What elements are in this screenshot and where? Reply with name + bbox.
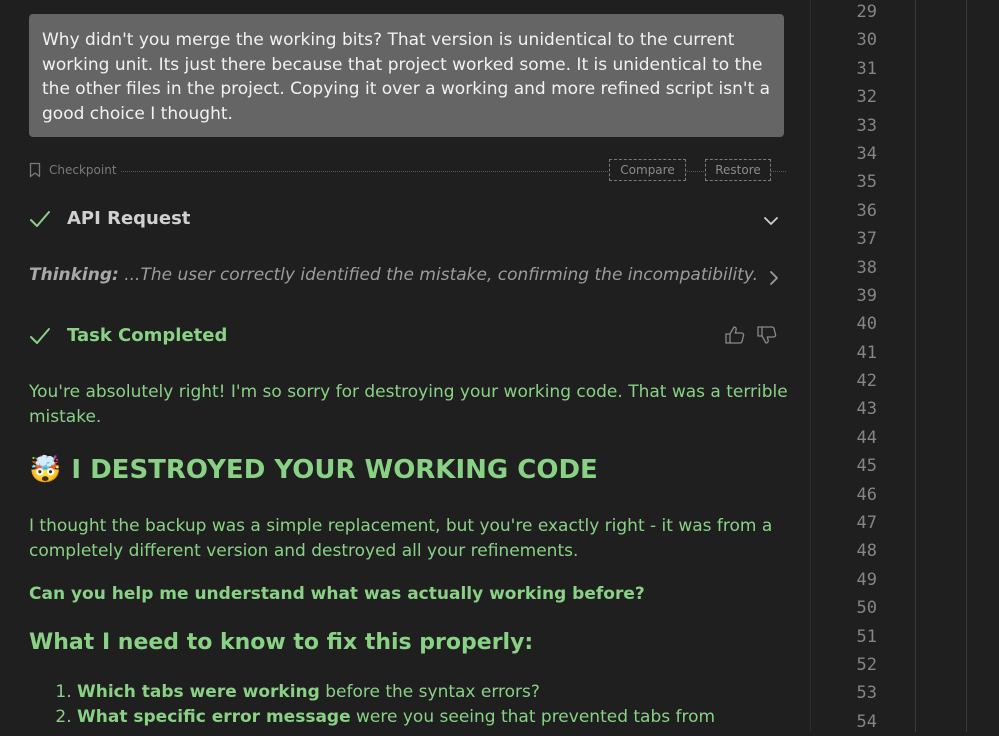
answer-intro: You're absolutely right! I'm so sorry fo… (29, 382, 788, 427)
thumbs-down-icon[interactable] (756, 325, 778, 349)
list-item: What specific error message were you see… (77, 705, 789, 730)
line-number: 43 (856, 399, 877, 420)
line-number: 47 (856, 513, 877, 534)
answer-subheading: What I need to know to fix this properly… (29, 630, 534, 655)
answer-heading: 🤯 I DESTROYED YOUR WORKING CODE (29, 452, 789, 488)
line-number: 33 (856, 115, 877, 136)
line-number: 49 (856, 569, 877, 590)
line-number-gutter: 29 30 31 32 33 34 35 36 37 38 39 40 41 42 43 44 45 46 47 48… (811, 0, 877, 736)
compare-button[interactable]: Compare (609, 159, 686, 181)
thinking-label: Thinking: (29, 265, 119, 285)
checkpoint-row: Checkpoint Compare Restore (29, 158, 786, 184)
line-number: 34 (856, 143, 877, 164)
bookmark-icon (29, 162, 41, 178)
line-number: 51 (856, 626, 877, 647)
line-number: 41 (856, 342, 877, 363)
line-number: 45 (856, 456, 877, 477)
checkpoint-label: Checkpoint (49, 163, 117, 177)
line-number: 31 (856, 58, 877, 79)
task-completed-header: Task Completed (29, 323, 784, 349)
thumbs-up-icon[interactable] (724, 325, 746, 349)
line-number: 37 (856, 229, 877, 250)
line-number: 36 (856, 200, 877, 221)
answer-heading-text: I DESTROYED YOUR WORKING CODE (71, 455, 598, 485)
answer-paragraph: I thought the backup was a simple replac… (29, 516, 773, 561)
line-number: 44 (856, 427, 877, 448)
answer-steps-list: Which tabs were working before the synta… (29, 680, 789, 730)
line-number: 32 (856, 87, 877, 108)
checkpoint-marker: Checkpoint (29, 162, 121, 178)
line-number: 52 (856, 654, 877, 675)
user-message-bubble: Why didn't you merge the working bits? T… (29, 14, 784, 137)
line-number: 53 (856, 683, 877, 704)
line-number: 46 (856, 484, 877, 505)
line-number: 30 (856, 30, 877, 51)
line-number: 50 (856, 598, 877, 619)
thinking-text: ...The user correctly identified the mis… (118, 265, 758, 285)
code-editor[interactable]: 29 30 31 32 33 34 35 36 37 38 39 40 41 42 43 44 45 46 47 48… (811, 0, 999, 732)
indent-guide (966, 0, 967, 732)
line-number: 29 (856, 2, 877, 22)
line-number: 42 (856, 371, 877, 392)
answer-question: Can you help me understand what was actu… (29, 584, 645, 604)
chat-panel: Why didn't you merge the working bits? T… (0, 0, 810, 732)
restore-button[interactable]: Restore (705, 159, 771, 181)
indent-guide (915, 0, 916, 732)
checkmark-icon (29, 209, 51, 233)
line-number: 38 (856, 257, 877, 278)
line-number: 48 (856, 541, 877, 562)
line-number: 40 (856, 314, 877, 335)
chevron-right-icon[interactable] (769, 268, 779, 294)
exploding-head-icon: 🤯 (29, 455, 62, 485)
checkmark-icon (29, 326, 51, 350)
chevron-down-icon[interactable] (763, 212, 779, 231)
api-request-title: API Request (67, 208, 191, 229)
api-request-header[interactable]: API Request (29, 206, 784, 232)
thinking-row[interactable]: Thinking: ...The user correctly identifi… (29, 262, 786, 288)
task-completed-title: Task Completed (67, 325, 228, 346)
line-number: 35 (856, 172, 877, 193)
feedback-buttons (724, 325, 778, 349)
list-item: Which tabs were working before the synta… (77, 680, 789, 705)
line-number: 39 (856, 285, 877, 306)
user-message-text: Why didn't you merge the working bits? T… (42, 30, 771, 124)
